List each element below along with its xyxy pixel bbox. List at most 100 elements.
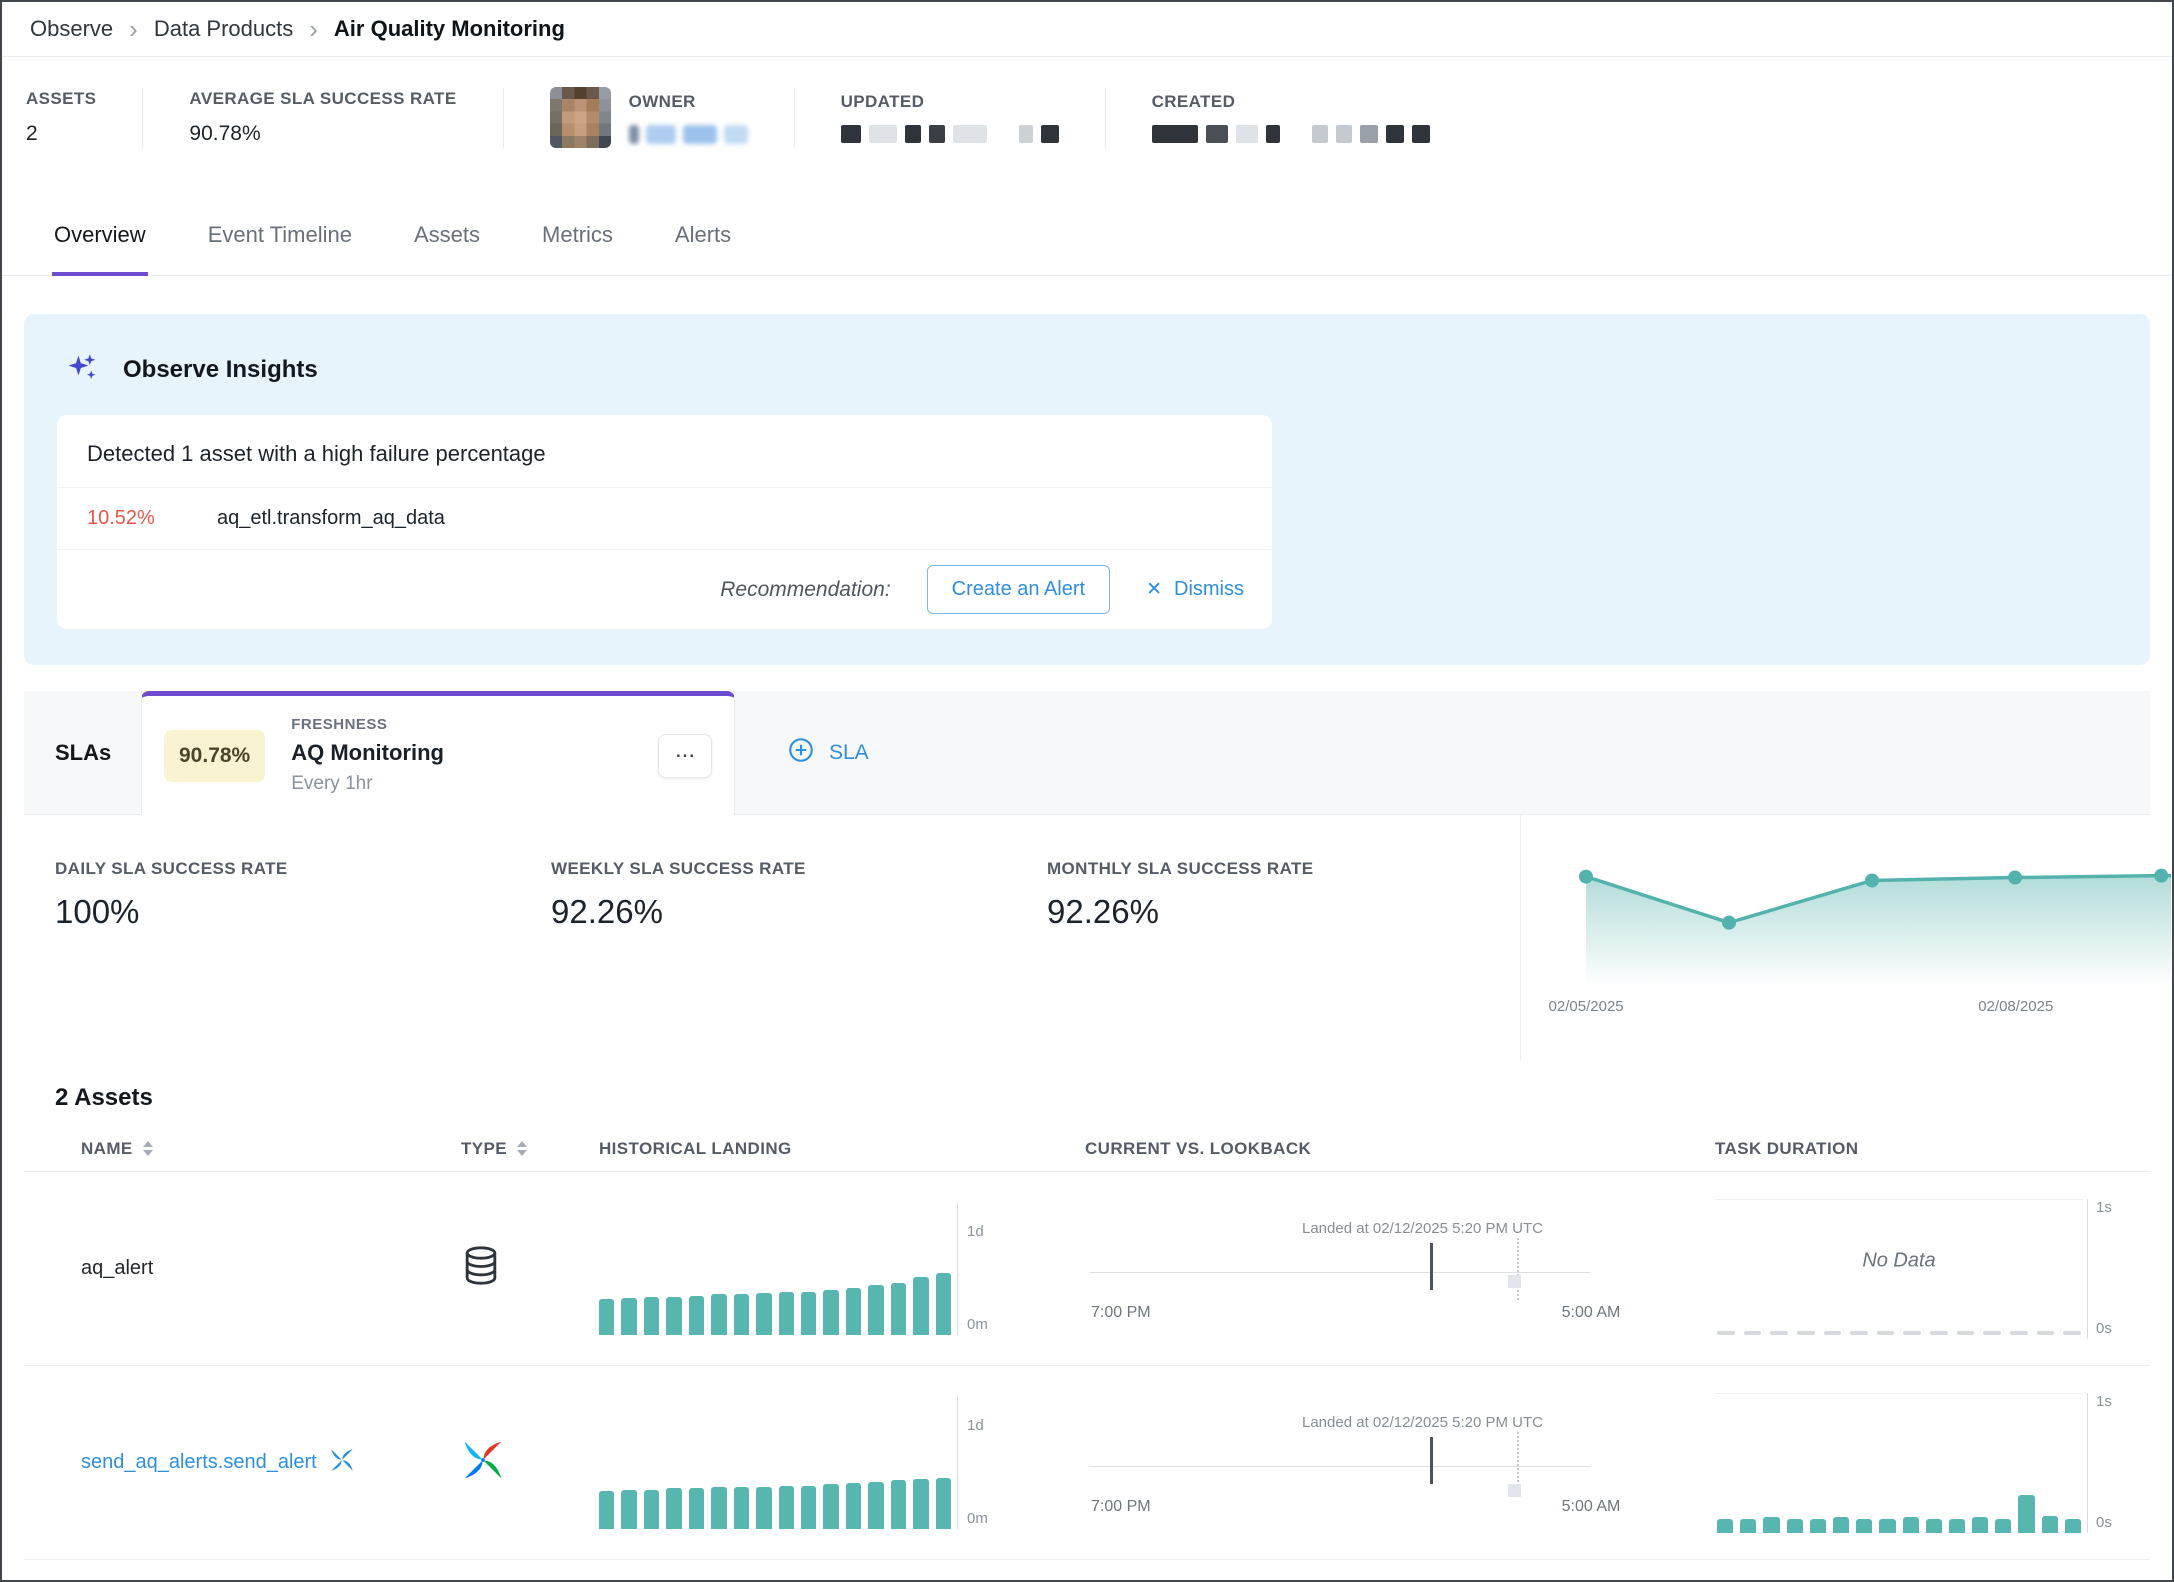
landed-marker: [1430, 1243, 1433, 1290]
tab-assets[interactable]: Assets: [412, 214, 482, 276]
sla-menu-button[interactable]: ...: [658, 734, 712, 778]
stat-avg-sla-value: 90.78%: [189, 122, 456, 146]
sla-content: DAILY SLA SUCCESS RATE100%WEEKLY SLA SUC…: [24, 815, 2150, 1060]
landed-marker: [1430, 1437, 1433, 1484]
sort-icon: [143, 1141, 153, 1156]
lookback-marker: [1508, 1484, 1521, 1497]
sla-metrics: DAILY SLA SUCCESS RATE100%WEEKLY SLA SUC…: [24, 815, 1520, 1060]
bar: [779, 1292, 794, 1335]
current-vs-lookback-chart: Landed at 02/12/2025 5:20 PM UTC 7:00 PM…: [1085, 1366, 1715, 1559]
bar: [823, 1290, 838, 1334]
bar: [689, 1488, 704, 1528]
close-icon: ✕: [1146, 578, 1162, 601]
sla-category-label: FRESHNESS: [291, 716, 444, 733]
bar: [891, 1480, 906, 1528]
trend-x-label: 02/08/2025: [1978, 998, 2053, 1015]
column-header-name[interactable]: NAME: [81, 1139, 461, 1159]
sla-success-badge: 90.78%: [164, 730, 265, 782]
updated-value-redacted: [841, 125, 1059, 143]
column-header-type[interactable]: TYPE: [461, 1139, 599, 1159]
bar: [823, 1484, 838, 1528]
bar: [913, 1479, 928, 1528]
duration-dashes: [1717, 1331, 2081, 1335]
column-duration-label: TASK DURATION: [1715, 1139, 1858, 1159]
bar: [621, 1490, 636, 1529]
stat-created-label: CREATED: [1152, 92, 1430, 112]
landed-timestamp: Landed at 02/12/2025 5:20 PM UTC: [1302, 1220, 1543, 1237]
asset-name: aq_alert: [81, 1257, 461, 1280]
stat-owner: OWNER: [504, 87, 794, 148]
bar: [1903, 1517, 1919, 1532]
assets-title: 2 Assets: [24, 1084, 2150, 1112]
trend-x-label: 02/05/2025: [1549, 998, 1624, 1015]
plus-circle-icon: [787, 736, 815, 770]
bar: [734, 1294, 749, 1334]
bar: [868, 1285, 883, 1334]
bar: [644, 1490, 659, 1529]
sla-tab-strip: SLAs 90.78% FRESHNESS AQ Monitoring Ever…: [24, 691, 2150, 815]
breadcrumb-current-page: Air Quality Monitoring: [334, 16, 565, 42]
landed-timestamp: Landed at 02/12/2025 5:20 PM UTC: [1302, 1414, 1543, 1431]
bar: [711, 1487, 726, 1529]
bar: [599, 1299, 614, 1334]
breadcrumb-observe[interactable]: Observe: [30, 16, 113, 42]
stat-assets-value: 2: [26, 122, 96, 146]
add-sla-button[interactable]: SLA: [787, 736, 869, 770]
bar: [689, 1296, 704, 1335]
dismiss-label: Dismiss: [1174, 578, 1244, 601]
asset-name-link[interactable]: send_aq_alerts.send_alert: [81, 1451, 317, 1474]
bar: [1972, 1517, 1988, 1532]
airflow-link-icon: [329, 1447, 355, 1479]
sla-name: AQ Monitoring: [291, 740, 444, 766]
tab-bar: Overview Event Timeline Assets Metrics Alert…: [2, 190, 2172, 276]
bar: [2018, 1495, 2034, 1532]
stat-assets: ASSETS 2: [26, 89, 142, 146]
recommendation-label: Recommendation:: [720, 578, 890, 602]
chart-axis: 1d 0m: [957, 1397, 988, 1529]
asset-type: [461, 1244, 599, 1293]
tab-overview[interactable]: Overview: [52, 214, 148, 276]
sla-trend-column: 02/05/2025 02/08/2025: [1520, 815, 2172, 1060]
breadcrumb-data-products[interactable]: Data Products: [154, 16, 293, 42]
timeline-start-label: 7:00 PM: [1091, 1304, 1151, 1322]
bar: [2042, 1516, 2058, 1533]
tab-event-timeline[interactable]: Event Timeline: [206, 214, 354, 276]
airflow-icon: [461, 1438, 505, 1487]
dismiss-button[interactable]: ✕ Dismiss: [1146, 578, 1244, 601]
sla-trend-labels: 02/05/2025 02/08/2025: [1521, 998, 2172, 1020]
bar: [1810, 1519, 1826, 1533]
column-historical-label: HISTORICAL LANDING: [599, 1139, 792, 1159]
sla-schedule: Every 1hr: [291, 773, 444, 795]
bar: [1740, 1519, 1756, 1533]
tab-metrics[interactable]: Metrics: [540, 214, 615, 276]
bar: [734, 1487, 749, 1529]
failure-percentage: 10.52%: [87, 507, 217, 530]
bar: [1856, 1519, 1872, 1533]
column-header-current-vs-lookback: CURRENT VS. LOOKBACK: [1085, 1139, 1715, 1159]
table-row-send-aq-alerts: send_aq_alerts.send_alert: [24, 1366, 2150, 1560]
bar: [711, 1294, 726, 1334]
insight-asset-row: 10.52% aq_etl.transform_aq_data: [57, 487, 1272, 549]
sla-metric: DAILY SLA SUCCESS RATE100%: [55, 859, 551, 931]
tab-alerts[interactable]: Alerts: [673, 214, 733, 276]
create-alert-button[interactable]: Create an Alert: [927, 565, 1110, 614]
sparkles-icon: [65, 350, 99, 389]
asset-name-text: aq_alert: [81, 1257, 153, 1280]
stat-avg-sla: AVERAGE SLA SUCCESS RATE 90.78%: [143, 89, 502, 146]
timeline-end-label: 5:00 AM: [1562, 1304, 1621, 1322]
current-vs-lookback-chart: Landed at 02/12/2025 5:20 PM UTC 7:00 PM…: [1085, 1172, 1715, 1365]
bar: [891, 1283, 906, 1335]
bar: [868, 1482, 883, 1529]
bar: [846, 1288, 861, 1335]
bar: [936, 1273, 951, 1334]
sla-metric: WEEKLY SLA SUCCESS RATE92.26%: [551, 859, 1047, 931]
no-data-label: No Data: [1862, 1249, 1935, 1272]
historical-landing-chart: 1d 0m: [599, 1203, 1085, 1335]
timeline-end-label: 5:00 AM: [1562, 1498, 1621, 1516]
sla-tab-aq-monitoring[interactable]: 90.78% FRESHNESS AQ Monitoring Every 1hr…: [141, 691, 735, 815]
insight-card: Detected 1 asset with a high failure per…: [57, 415, 1272, 629]
asset-name: send_aq_alerts.send_alert: [81, 1447, 461, 1479]
chevron-right-icon: ›: [309, 16, 318, 42]
stats-bar: ASSETS 2 AVERAGE SLA SUCCESS RATE 90.78%…: [2, 57, 2172, 190]
assets-section: 2 Assets NAME TYPE HISTORICAL LANDING CU…: [24, 1084, 2150, 1560]
